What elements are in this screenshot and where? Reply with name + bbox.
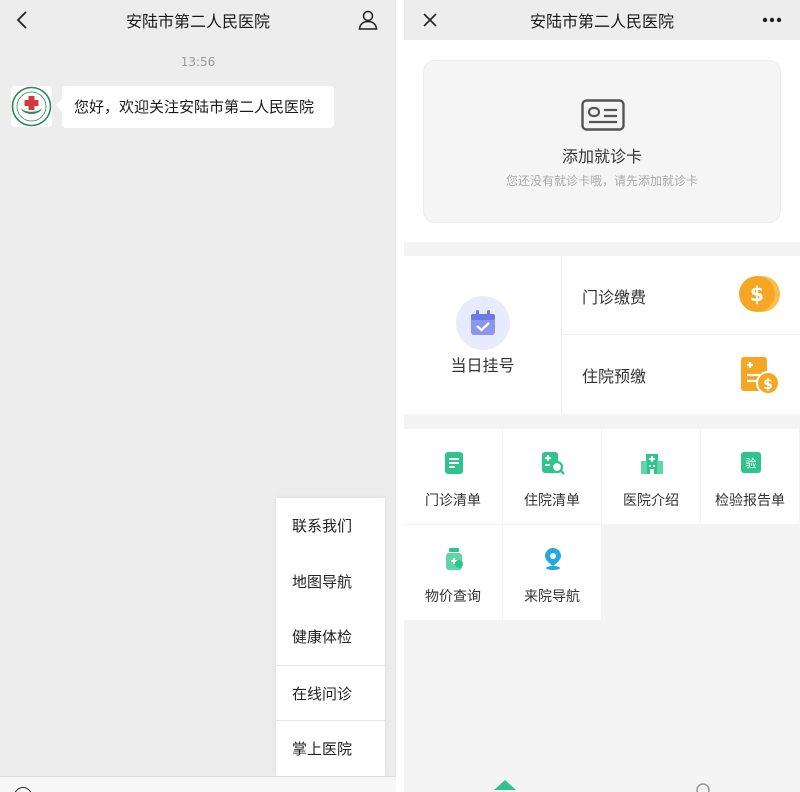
svg-text:$: $ — [763, 377, 773, 393]
home-tab-icon[interactable] — [492, 778, 518, 792]
grid-item-label: 住院清单 — [524, 493, 580, 509]
menu-item-online-consult[interactable]: 在线问诊 — [276, 664, 385, 721]
mini-program-header: 安陆市第二人民医院 — [404, 0, 800, 40]
grid-item-navigation[interactable]: 来院导航 — [503, 525, 601, 620]
svg-text:验: 验 — [746, 456, 757, 470]
message-row: 您好，欢迎关注安陆市第二人民医院 — [11, 86, 334, 128]
profile-icon[interactable] — [348, 0, 388, 40]
grid-item-outpatient-list[interactable]: 门诊清单 — [404, 429, 502, 524]
function-grid: 门诊清单 住院清单 医院介绍 验 检验报告单 物价查询 来院导航 — [404, 429, 800, 621]
grid-item-label: 来院导航 — [524, 589, 580, 605]
list-doc-icon — [442, 451, 466, 475]
more-icon[interactable] — [754, 0, 790, 40]
medicine-bottle-icon — [442, 547, 466, 571]
close-icon[interactable] — [412, 0, 448, 40]
chat-input-bar — [0, 776, 396, 792]
card-section: 添加就诊卡 您还没有就诊卡哦，请先添加就诊卡 — [404, 40, 800, 242]
hospital-building-icon — [640, 451, 664, 475]
menu-popup: 联系我们 地图导航 健康体检 在线问诊 掌上医院 — [276, 498, 385, 776]
chat-header: 安陆市第二人民医院 — [0, 0, 396, 40]
lab-report-icon: 验 — [739, 451, 763, 475]
menu-item-contact-us[interactable]: 联系我们 — [276, 498, 385, 554]
location-pin-icon — [541, 547, 565, 571]
user-tab-icon[interactable] — [690, 778, 716, 792]
calendar-icon — [456, 296, 510, 350]
coin-icon: $ — [738, 274, 782, 318]
inpatient-prepay-button[interactable]: 住院预缴 $ — [562, 335, 800, 414]
grid-item-inpatient-list[interactable]: 住院清单 — [503, 429, 601, 524]
menu-item-mobile-hospital[interactable]: 掌上医院 — [276, 720, 385, 776]
menu-item-health-checkup[interactable]: 健康体检 — [276, 609, 385, 665]
outpatient-payment-label: 门诊缴费 — [582, 288, 647, 307]
message-bubble[interactable]: 您好，欢迎关注安陆市第二人民医院 — [56, 86, 334, 128]
mini-program-screen: 安陆市第二人民医院 添加就诊卡 您还没有就诊卡哦，请先添加就诊卡 当日挂号 门诊… — [404, 0, 800, 792]
bill-coin-icon: $ — [738, 353, 782, 401]
grid-item-label: 门诊清单 — [425, 493, 481, 509]
grid-item-label: 检验报告单 — [715, 493, 785, 509]
id-card-icon — [581, 99, 625, 135]
add-card-button[interactable]: 添加就诊卡 您还没有就诊卡哦，请先添加就诊卡 — [423, 60, 781, 223]
message-timestamp: 13:56 — [180, 55, 216, 69]
hospital-avatar[interactable] — [11, 86, 52, 127]
chat-screen: 安陆市第二人民医院 13:56 您好，欢迎关注安陆市第二人民医院 联系我们 地图… — [0, 0, 396, 792]
add-card-title: 添加就诊卡 — [561, 147, 642, 166]
svg-text:$: $ — [750, 282, 764, 306]
menu-item-map-navigation[interactable]: 地图导航 — [276, 554, 385, 610]
list-search-icon — [541, 451, 565, 475]
chat-title: 安陆市第二人民医院 — [125, 12, 270, 31]
grid-item-label: 医院介绍 — [623, 493, 679, 509]
same-day-register-label: 当日挂号 — [450, 356, 515, 375]
grid-item-lab-report[interactable]: 验 检验报告单 — [701, 429, 799, 524]
grid-item-label: 物价查询 — [425, 589, 481, 605]
outpatient-payment-button[interactable]: 门诊缴费 $ — [562, 256, 800, 335]
same-day-register-button[interactable]: 当日挂号 — [404, 256, 562, 414]
back-icon[interactable] — [2, 0, 42, 40]
inpatient-prepay-label: 住院预缴 — [582, 367, 647, 386]
grid-item-hospital-intro[interactable]: 医院介绍 — [602, 429, 700, 524]
grid-item-price-query[interactable]: 物价查询 — [404, 525, 502, 620]
mini-program-title: 安陆市第二人民医院 — [529, 12, 674, 31]
quick-actions: 当日挂号 门诊缴费 $ 住院预缴 $ — [404, 256, 800, 414]
add-card-subtitle: 您还没有就诊卡哦，请先添加就诊卡 — [505, 174, 698, 188]
